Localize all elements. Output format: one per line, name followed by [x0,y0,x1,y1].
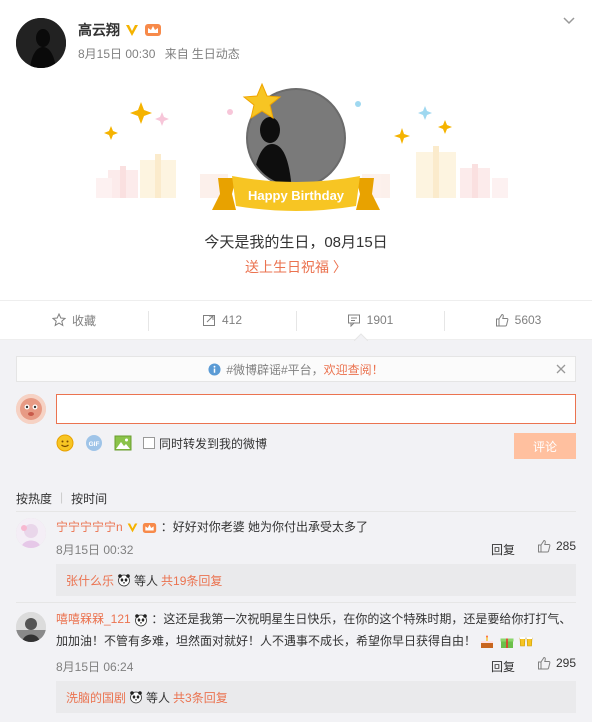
post-action-bar: 收藏 412 1901 5603 [0,300,592,340]
comment-text-row: 宁宁宁宁宁n ：好好对你老婆 她为你付出承受太多了 [56,516,576,538]
comment-divider [16,602,576,603]
emoji-icon[interactable] [56,434,74,452]
verified-v-icon [126,25,138,36]
comments-panel: #微博辟谣#平台， 欢迎查阅！ GIF 同时转发到我的微博 评论 按热度 | 按时… [0,340,592,722]
panda-emoji-icon [135,614,147,627]
member-crown-icon [143,522,157,533]
cake-emoji-icon [481,635,494,648]
sort-separator: | [60,490,64,504]
comment-button[interactable]: 1901 [296,301,444,339]
dropdown-chevron-icon[interactable] [562,14,576,28]
repost-icon [202,315,215,326]
post-source-prefix: 来自 [164,47,189,61]
comment-time: 8月15日 00:32 [56,543,134,557]
sort-tabs: 按热度 | 按时间 [16,490,107,507]
member-crown-icon[interactable] [144,23,162,37]
panda-emoji-icon [118,574,130,587]
repost-button[interactable]: 412 [148,301,296,339]
comment-body: ：好好对你老婆 她为你付出承受太多了 [160,520,369,534]
reply-button[interactable]: 回复 [491,658,515,675]
sort-divider [16,511,576,512]
sort-by-time[interactable]: 按时间 [71,490,107,507]
comment-input[interactable] [56,394,576,424]
sync-repost-checkbox[interactable] [143,437,155,449]
verified-v-icon [127,523,138,533]
cheers-emoji-icon [519,636,533,647]
close-icon[interactable] [555,363,567,375]
sub-reply-count[interactable]: 共3条回复 [173,689,228,706]
current-user-avatar[interactable] [16,394,46,424]
comment-body-line2: 加加油！不管有多难，坦然面对就好！人不遇事不成长，希望你早日获得自由！ [56,634,477,648]
thumbs-up-icon [538,656,551,670]
author-name-row: 高云翔 [78,20,162,40]
commenter-name[interactable]: 嘻嘻槑槑_121 [56,612,131,626]
info-icon [208,362,221,376]
comment-like-count: 295 [556,656,577,670]
comment-time: 8月15日 06:24 [56,660,134,674]
comment-text-row: 嘻嘻槑槑_121 ：这还是我第一次祝明星生日快乐，在你的这个特殊时期，还是要给你… [56,608,576,652]
thumbs-up-icon [495,313,509,327]
comment-tab-caret [354,333,368,341]
panda-emoji-icon [130,691,142,704]
author-name[interactable]: 高云翔 [78,20,120,40]
notice-text: #微博辟谣#平台， [226,362,324,377]
comment-like-count: 285 [556,539,577,553]
post-meta: 8月15日 00:30 来自 生日动态 [78,45,246,62]
sub-reply-user[interactable]: 洗脑的国剧 [66,689,126,706]
like-button[interactable]: 5603 [444,301,592,339]
favorite-label: 收藏 [71,313,96,328]
image-icon[interactable] [114,434,132,452]
sub-replies-bar[interactable]: 洗脑的国剧 等人 共3条回复 [56,681,576,713]
comment-count: 1901 [366,313,394,327]
sort-by-hot[interactable]: 按热度 [16,490,52,507]
submit-comment-button[interactable]: 评论 [514,433,576,459]
gif-icon[interactable]: GIF [85,434,103,452]
commenter-name[interactable]: 宁宁宁宁宁n [56,520,123,534]
notice-link[interactable]: 欢迎查阅！ [324,361,384,378]
gift-emoji-icon [500,638,514,648]
sub-replies-bar[interactable]: 张什么乐 等人 共19条回复 [56,564,576,596]
post-source[interactable]: 生日动态 [192,47,240,61]
comment-body-line1: ：这还是我第一次祝明星生日快乐，在你的这个特殊时期，还是要给你打打气、 [151,612,572,626]
author-avatar[interactable] [16,18,66,68]
reply-button[interactable]: 回复 [491,541,515,558]
sub-reply-mid: 等人 [134,573,159,588]
sub-reply-user[interactable]: 张什么乐 [66,572,114,589]
favorite-button[interactable]: 收藏 [0,301,148,339]
rumor-notice[interactable]: #微博辟谣#平台， 欢迎查阅！ [16,356,576,382]
like-count: 5603 [514,313,542,327]
birthday-ribbon-text: Happy Birthday [248,188,345,203]
birthday-message: 今天是我的生日，08月15日 [204,234,388,251]
comment-like-button[interactable]: 295 [537,656,576,670]
repost-count: 412 [221,313,243,327]
post-date[interactable]: 8月15日 00:30 [78,47,155,61]
commenter-avatar[interactable] [16,612,46,642]
sub-reply-count[interactable]: 共19条回复 [161,572,222,589]
commenter-avatar[interactable] [16,518,46,548]
thumbs-up-icon [538,539,551,553]
birthday-wish-link[interactable]: 送上生日祝福 〉 [0,257,592,277]
comment-icon [347,314,360,327]
star-icon [51,313,66,327]
svg-text:GIF: GIF [89,441,100,448]
comment-like-button[interactable]: 285 [537,539,576,553]
sync-repost-label: 同时转发到我的微博 [159,437,268,451]
sub-reply-mid: 等人 [146,690,171,705]
